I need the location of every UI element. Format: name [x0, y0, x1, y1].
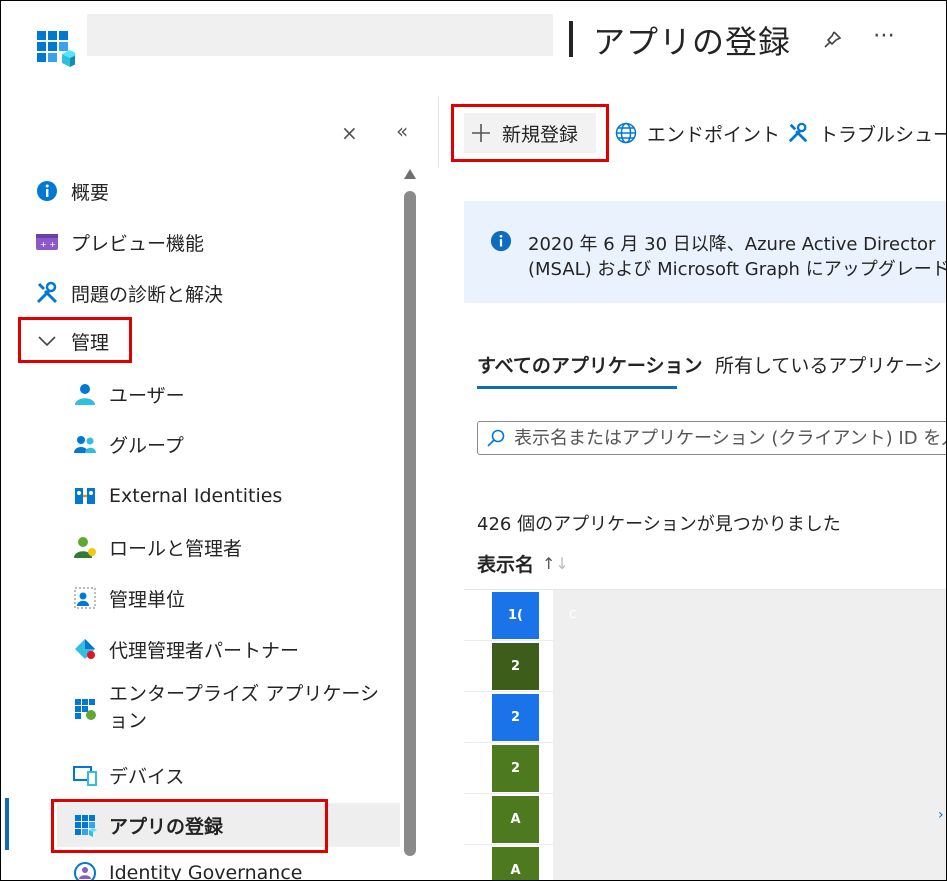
- sidebar-scrollbar-thumb[interactable]: [404, 191, 416, 856]
- selected-indicator: [5, 798, 9, 850]
- highlight-manage: [18, 317, 132, 363]
- sidebar-item-admin-units[interactable]: 管理単位: [73, 578, 185, 618]
- sidebar-item-groups[interactable]: グループ: [73, 424, 184, 464]
- label-line: エンタープライズ アプリケーシ: [109, 683, 379, 705]
- page-title: アプリの登録: [593, 23, 792, 61]
- devices-icon: [73, 763, 97, 787]
- app-avatar: A: [492, 796, 539, 843]
- app-avatar: A: [492, 847, 539, 880]
- info-icon: [35, 179, 59, 203]
- column-header-display-name[interactable]: 表示名 ↑↓: [477, 550, 569, 577]
- group-icon: [73, 432, 97, 456]
- admin-units-icon: [73, 586, 97, 610]
- endpoints-label: エンドポイント: [647, 123, 781, 146]
- sidebar-item-label: 概要: [71, 181, 110, 204]
- sidebar-item-label: Identity Governance: [109, 862, 303, 881]
- identity-governance-icon: [73, 861, 97, 880]
- sidebar-item-preview-features[interactable]: + + プレビュー機能: [35, 222, 204, 262]
- sidebar-item-label: ロールと管理者: [109, 537, 243, 560]
- banner-text-line: 2020 年 6 月 30 日以降、Azure Active Director: [528, 234, 936, 255]
- troubleshoot-button[interactable]: トラブルシューテ: [787, 113, 946, 153]
- app-avatar: 2: [492, 643, 539, 690]
- banner-text-line: (MSAL) および Microsoft Graph にアップグレードする: [528, 259, 947, 280]
- search-box[interactable]: [477, 421, 946, 455]
- plus-icon: [470, 122, 492, 144]
- sidebar-item-users[interactable]: ユーザー: [73, 374, 185, 414]
- sidebar-item-label: エンタープライズ アプリケーシ ョン: [109, 681, 379, 735]
- search-icon: [486, 428, 506, 448]
- sidebar-item-diagnose-solve[interactable]: 問題の診断と解決: [35, 273, 223, 313]
- sidebar-item-label: プレビュー機能: [71, 232, 205, 255]
- sort-icon[interactable]: ↑↓: [542, 554, 569, 573]
- sidebar-item-identity-governance[interactable]: Identity Governance: [73, 853, 303, 881]
- title-separator: [569, 21, 573, 57]
- app-registrations-logo-icon: [35, 29, 78, 69]
- chevron-right-icon[interactable]: ›: [938, 807, 944, 823]
- result-count: 426 個のアプリケーションが見つかりました: [477, 514, 841, 535]
- endpoints-button[interactable]: エンドポイント: [615, 113, 780, 153]
- app-avatar: 1(: [492, 592, 539, 639]
- tab-all-applications[interactable]: すべてのアプリケーション: [477, 351, 703, 378]
- new-registration-label: 新規登録: [502, 123, 579, 146]
- troubleshoot-label: トラブルシューテ: [819, 123, 946, 146]
- portal-window: アプリの登録 ⋯ × « 概要 + + プレビュー機能 問題の診断と解決 管理 …: [0, 0, 947, 881]
- sidebar-item-external-identities[interactable]: External Identities: [73, 476, 282, 516]
- sidebar-item-label: グループ: [109, 434, 184, 457]
- close-icon[interactable]: ×: [341, 121, 358, 145]
- app-avatar: 2: [492, 694, 539, 741]
- enterprise-apps-icon: [73, 697, 97, 721]
- svg-text:+ +: + +: [40, 240, 56, 249]
- search-input[interactable]: [512, 426, 946, 450]
- sidebar-item-delegated-admin-partners[interactable]: 代理管理者パートナー: [73, 629, 299, 669]
- collapse-sidebar-icon[interactable]: «: [396, 119, 408, 143]
- new-registration-button[interactable]: 新規登録: [464, 113, 597, 153]
- more-options-icon[interactable]: ⋯: [873, 23, 895, 48]
- sidebar-item-enterprise-apps[interactable]: エンタープライズ アプリケーシ ョン: [73, 681, 379, 739]
- external-identities-icon: [73, 484, 97, 508]
- sidebar-item-label: External Identities: [109, 485, 283, 507]
- pane-separator: [438, 97, 439, 167]
- app-names-redacted: C: [553, 590, 946, 880]
- app-avatar: 2: [492, 745, 539, 792]
- wrench-icon: [787, 122, 809, 144]
- sidebar-item-roles-admins[interactable]: ロールと管理者: [73, 527, 242, 567]
- info-icon: [490, 230, 512, 252]
- label-line: ョン: [109, 710, 148, 732]
- preview-icon: + +: [35, 230, 59, 254]
- user-icon: [73, 382, 97, 406]
- sidebar-item-label: ユーザー: [109, 384, 185, 407]
- active-tab-underline: [477, 386, 677, 389]
- tenant-name-redacted: [87, 14, 553, 56]
- roles-icon: [73, 535, 97, 559]
- sidebar-item-label: 管理単位: [109, 588, 186, 611]
- scroll-up-arrow[interactable]: [404, 169, 416, 179]
- highlight-app-registrations: [51, 799, 328, 853]
- globe-icon: [615, 122, 637, 144]
- pin-icon[interactable]: [821, 29, 843, 51]
- sidebar-item-label: デバイス: [109, 765, 185, 788]
- wrench-icon: [35, 281, 59, 305]
- sidebar-item-devices[interactable]: デバイス: [73, 755, 184, 795]
- sidebar-item-overview[interactable]: 概要: [35, 171, 109, 211]
- column-header-label: 表示名: [477, 554, 535, 576]
- sidebar-item-label: 代理管理者パートナー: [109, 639, 300, 662]
- tab-owned-applications[interactable]: 所有しているアプリケーション: [715, 351, 946, 378]
- partner-icon: [73, 637, 97, 661]
- app-name-fragment: C: [569, 608, 577, 621]
- sidebar-item-label: 問題の診断と解決: [71, 283, 224, 306]
